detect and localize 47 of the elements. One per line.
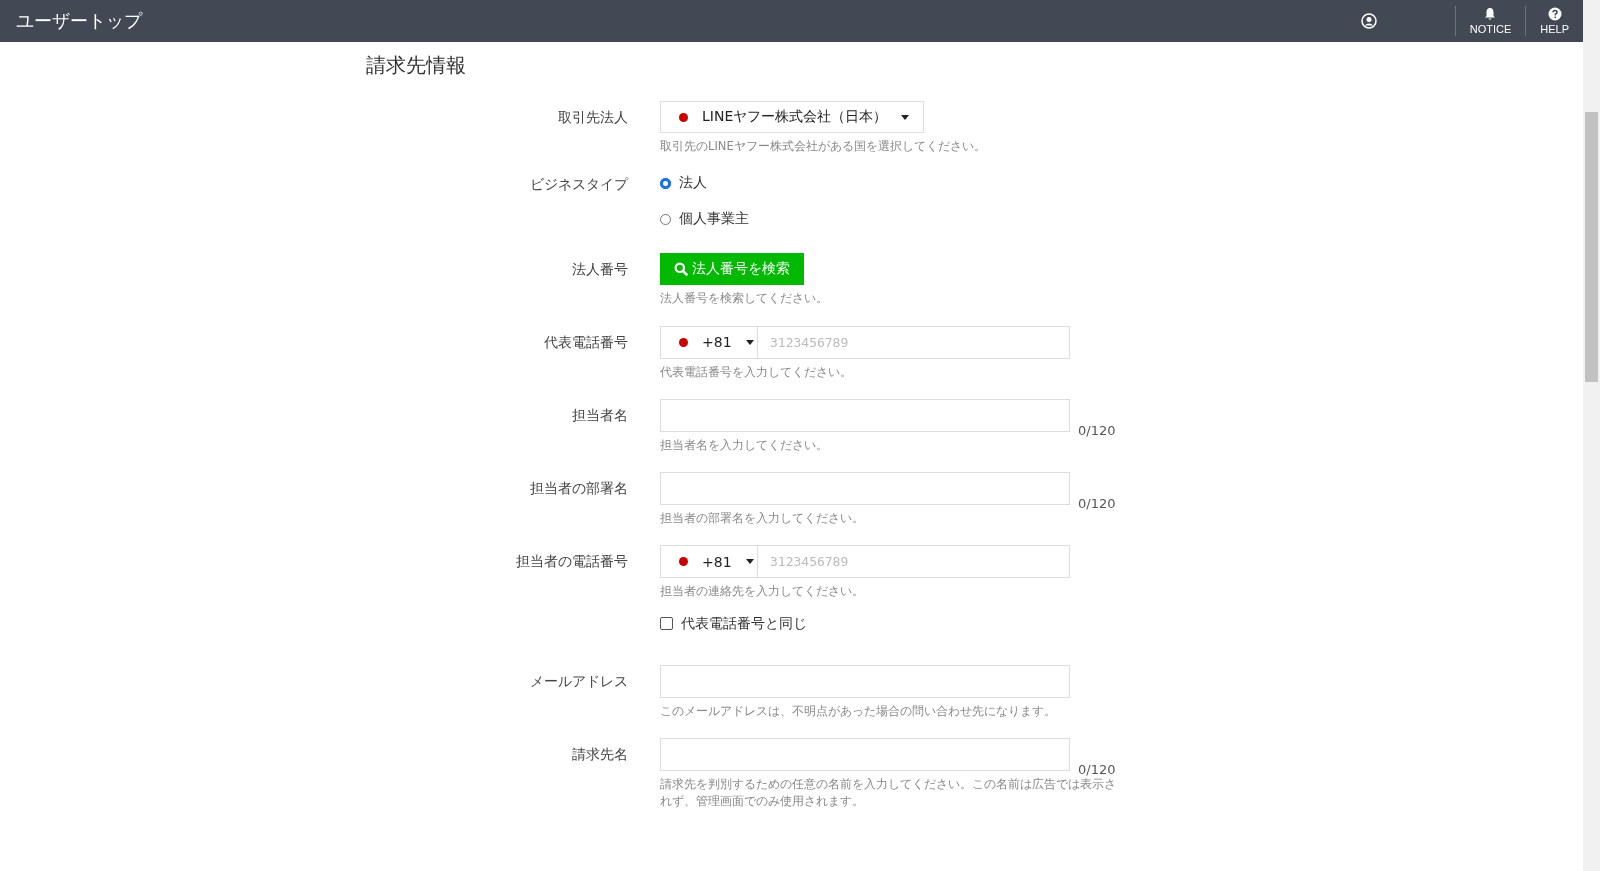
field-label: 代表電話番号	[544, 333, 628, 350]
page-title: ユーザートップ	[16, 9, 142, 33]
character-counter: 0/120	[1078, 496, 1116, 511]
user-icon[interactable]	[1360, 13, 1377, 29]
help-icon	[1547, 7, 1562, 21]
help-button[interactable]: HELP	[1526, 7, 1583, 35]
caret-icon	[901, 114, 910, 120]
bell-icon	[1483, 7, 1498, 21]
radio-option[interactable]: 個人事業主	[660, 209, 749, 230]
help-text: 担当者の連絡先を入力してください。	[660, 583, 865, 601]
phone-input[interactable]: 3123456789	[758, 325, 1070, 359]
help-text: 代表電話番号を入力してください。	[660, 363, 853, 381]
scrollbar[interactable]	[1583, 0, 1600, 871]
character-counter: 0/120	[1078, 422, 1116, 438]
country-code-dropdown[interactable]: +81	[660, 325, 758, 359]
flag-icon	[679, 557, 688, 567]
text-input[interactable]	[660, 664, 1070, 698]
help-text: 担当者の部署名を入力してください。	[660, 510, 865, 527]
help-text: 取引先のLINEヤフー株式会社がある国を選択してください。	[660, 138, 987, 155]
country-code-dropdown[interactable]: +81	[660, 545, 758, 579]
text-input[interactable]	[660, 398, 1070, 432]
character-counter: 0/120	[1078, 761, 1116, 777]
field-label: 担当者の電話番号	[516, 553, 628, 570]
search-icon	[674, 262, 688, 277]
flag-icon	[679, 337, 688, 347]
field-label: 担当者名	[572, 406, 628, 423]
text-input[interactable]	[660, 472, 1070, 505]
flag-icon	[679, 112, 688, 122]
field-label: 取引先法人	[558, 109, 628, 125]
help-text: 法人番号を検索してください。	[660, 290, 829, 308]
caret-icon	[745, 339, 754, 345]
field-label: メールアドレス	[530, 672, 628, 689]
field-label: ビジネスタイプ	[530, 176, 628, 193]
field-label: 法人番号	[572, 261, 628, 278]
help-text: 担当者名を入力してください。	[660, 436, 829, 454]
field-label: 担当者の部署名	[530, 480, 628, 496]
same-number-checkbox[interactable]: 代表電話番号と同じ	[660, 614, 807, 633]
help-text: このメールアドレスは、不明点があった場合の問い合わせ先になります。	[660, 702, 1057, 720]
phone-input[interactable]: 3123456789	[758, 545, 1070, 579]
company-dropdown[interactable]: LINEヤフー株式会社（日本）	[660, 101, 925, 133]
radio-option[interactable]: 法人	[660, 173, 707, 194]
field-label: 請求先名	[572, 745, 628, 762]
help-text: 請求先を判別するための任意の名前を入力してください。この名前は広告では表示されず、管理画面でのみ使用されます。	[660, 776, 1117, 810]
caret-icon	[745, 559, 754, 565]
text-input[interactable]	[660, 737, 1070, 771]
notice-button[interactable]: NOTICE	[1455, 7, 1526, 35]
section-title: 請求先情報	[366, 52, 467, 79]
